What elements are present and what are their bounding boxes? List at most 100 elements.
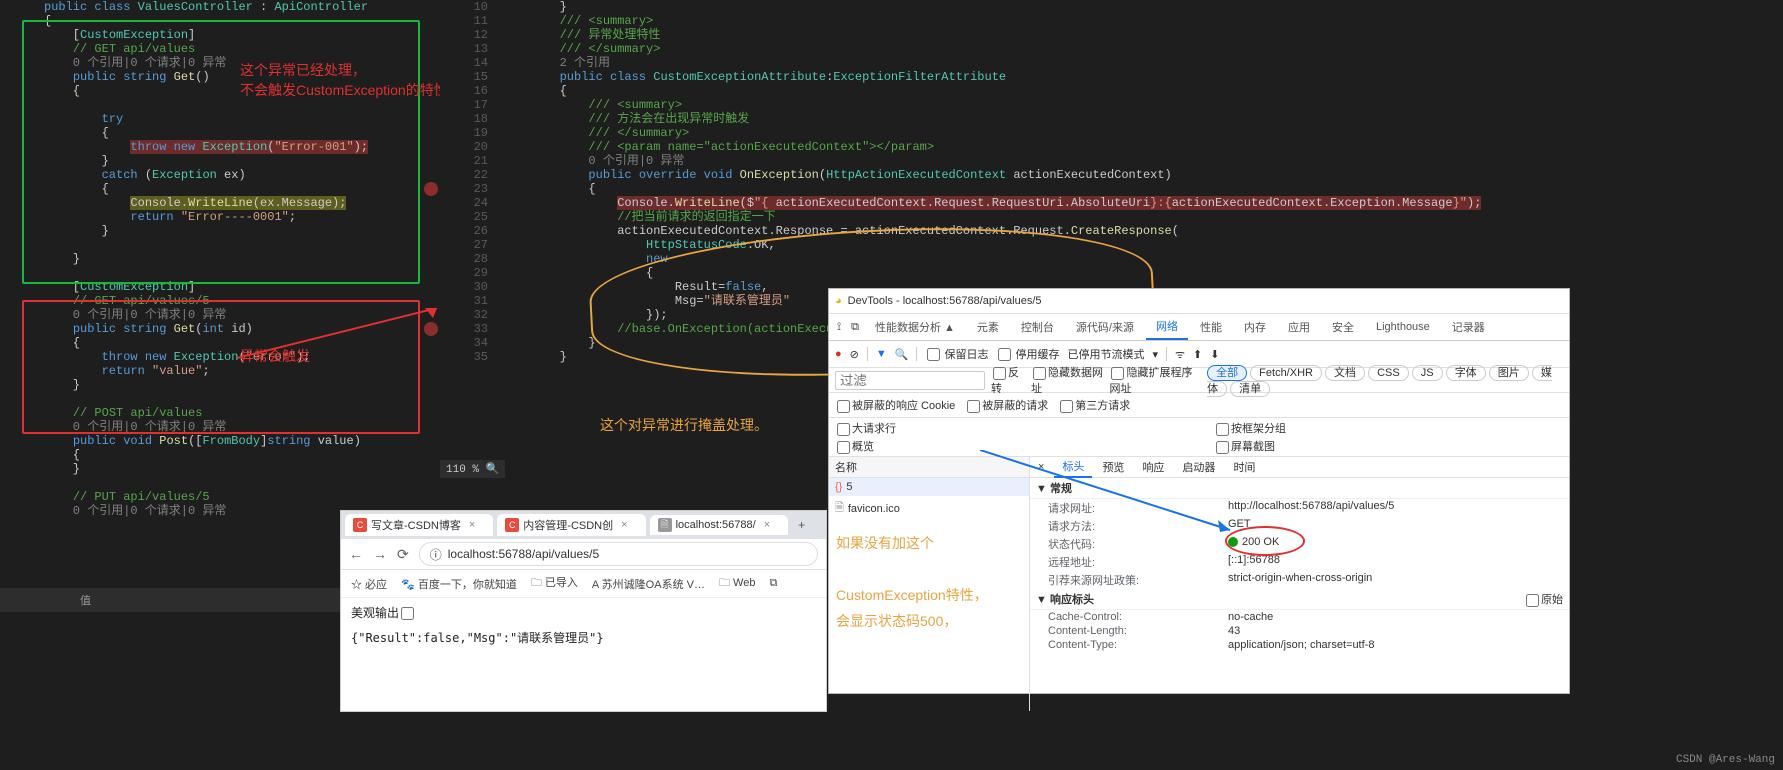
reload-button[interactable]: ⟳ <box>397 546 409 563</box>
status-dot <box>1228 537 1238 547</box>
site-info-icon[interactable]: ⓘ <box>430 546 442 563</box>
record-icon[interactable]: ● <box>835 348 842 360</box>
bookmark-item[interactable]: 🗀 Web <box>719 574 755 593</box>
detail-tab[interactable]: 预览 <box>1094 457 1132 477</box>
devtools-tab[interactable]: 应用 <box>1278 315 1320 339</box>
type-pill[interactable]: 全部 <box>1207 365 1247 381</box>
request-detail[interactable]: ×标头预览响应启动器时间 ▼ 常规 请求网址:http://localhost:… <box>1030 457 1569 711</box>
browser-body: 美观输出 {"Result":false,"Msg":"请联系管理员"} <box>341 598 826 652</box>
back-button[interactable]: ← <box>349 546 363 562</box>
filter-row2: 被屏蔽的响应 Cookie 被屏蔽的请求第三方请求 <box>829 393 1569 418</box>
hide-ext-url[interactable]: 隐藏扩展程序网址 <box>1109 364 1201 396</box>
general-section[interactable]: ▼ 常规 <box>1030 478 1569 499</box>
type-pill[interactable]: 清单 <box>1230 381 1270 397</box>
type-pill[interactable]: JS <box>1412 365 1443 381</box>
inspect-icon[interactable]: ⟟ <box>833 321 845 334</box>
request-row[interactable]: {}5 <box>829 478 1029 496</box>
type-pill[interactable]: CSS <box>1368 365 1409 381</box>
detail-tab[interactable]: 启动器 <box>1174 457 1223 477</box>
close-icon[interactable]: × <box>621 519 627 531</box>
overview[interactable]: 概览 <box>835 438 1184 454</box>
browser-tab[interactable]: C写文章-CSDN博客× <box>345 514 493 536</box>
type-pill[interactable]: 图片 <box>1489 365 1529 381</box>
new-tab[interactable]: + <box>792 518 811 532</box>
kv-row: 状态代码:200 OK <box>1030 535 1569 553</box>
detail-tab[interactable]: × <box>1030 459 1052 475</box>
kv-row: 远程地址:[::1]:56788 <box>1030 553 1569 571</box>
file-icon: {} <box>835 481 842 493</box>
annotation-trigger: 异常会触发 <box>240 346 310 366</box>
detail-tabs: ×标头预览响应启动器时间 <box>1030 457 1569 478</box>
throttle-select[interactable]: 已停用节流模式 <box>1067 346 1144 362</box>
kv-row: 请求网址:http://localhost:56788/api/values/5 <box>1030 499 1569 517</box>
type-pill[interactable]: 文档 <box>1325 365 1365 381</box>
address-text: localhost:56788/api/values/5 <box>448 547 599 561</box>
hide-data-url[interactable]: 隐藏数据网址 <box>1031 364 1103 396</box>
devtools-tab[interactable]: 内存 <box>1234 315 1276 339</box>
bookmark-item[interactable]: 🐾 百度一下，你就知道 <box>401 576 517 592</box>
annotation-mask: 这个对异常进行掩盖处理。 <box>600 415 768 435</box>
response-json: {"Result":false,"Msg":"请联系管理员"} <box>351 629 816 646</box>
disable-cache[interactable]: 停用缓存 <box>996 346 1059 362</box>
annotation-no-attr: 如果没有加这个 CustomException特性， 会显示状态码500， <box>836 530 988 634</box>
keep-log[interactable]: 保留日志 <box>925 346 988 362</box>
filter-icon[interactable]: ▼ <box>876 348 887 360</box>
browser-tab[interactable]: C内容管理-CSDN创× <box>497 514 645 536</box>
raw-toggle[interactable]: 原始 <box>1524 591 1563 607</box>
kv-row: Cache-Control:no-cache <box>1030 610 1569 624</box>
type-pill[interactable]: Fetch/XHR <box>1250 365 1322 381</box>
devtools-tab[interactable]: 控制台 <box>1011 315 1064 339</box>
filter-check[interactable]: 被屏蔽的请求 <box>965 397 1048 413</box>
bookmark-item[interactable]: ⧉ <box>769 577 777 590</box>
group-by-frame[interactable]: 按框架分组 <box>1214 420 1563 436</box>
big-req-row[interactable]: 大请求行 <box>835 420 1184 436</box>
screenshots[interactable]: 屏幕截图 <box>1214 438 1563 454</box>
download-icon[interactable]: ⬇ <box>1210 348 1219 361</box>
devtools-tabs: ⟟ ⧉ 性能数据分析 ▲元素控制台源代码/来源网络性能内存应用安全Lightho… <box>829 314 1569 341</box>
close-icon[interactable]: × <box>469 519 475 531</box>
filter-check[interactable]: 被屏蔽的响应 Cookie <box>835 397 955 413</box>
bookmark-item[interactable]: A 苏州诚隆OA系统 V… <box>592 576 705 592</box>
chrome-icon: ◕ <box>835 295 842 307</box>
file-icon: 🗎 <box>835 499 844 518</box>
detail-tab[interactable]: 标头 <box>1054 457 1092 478</box>
devtools-tab[interactable]: 安全 <box>1322 315 1364 339</box>
invert[interactable]: 反转 <box>991 364 1025 396</box>
browser-tabs: C写文章-CSDN博客×C内容管理-CSDN创×🗎localhost:56788… <box>341 511 826 539</box>
kv-row: 请求方法:GET <box>1030 517 1569 535</box>
search-icon[interactable]: 🔍 <box>895 348 909 361</box>
detail-tab[interactable]: 响应 <box>1134 457 1172 477</box>
devtools-tab[interactable]: 元素 <box>967 315 1009 339</box>
forward-button[interactable]: → <box>373 546 387 562</box>
response-head-section[interactable]: ▼ 响应标头原始 <box>1030 589 1569 610</box>
address-bar[interactable]: ⓘ localhost:56788/api/values/5 <box>419 542 818 566</box>
filter-input[interactable] <box>835 371 985 390</box>
annotation-handled: 这个异常已经处理， 不会触发CustomException的特性了 <box>240 60 462 100</box>
devtools-tab[interactable]: 性能数据分析 ▲ <box>865 315 965 339</box>
devtools-tab[interactable]: 性能 <box>1190 315 1232 339</box>
close-icon[interactable]: × <box>764 519 770 531</box>
pretty-print[interactable]: 美观输出 <box>351 606 416 620</box>
type-pill[interactable]: 字体 <box>1446 365 1486 381</box>
devtools-tab[interactable]: 记录器 <box>1442 315 1495 339</box>
zoom-indicator[interactable]: 110 % 🔍 <box>440 460 505 478</box>
devtools-tab[interactable]: 网络 <box>1146 314 1188 340</box>
browser-window: C写文章-CSDN博客×C内容管理-CSDN创×🗎localhost:56788… <box>340 510 827 712</box>
filter-check[interactable]: 第三方请求 <box>1058 397 1130 413</box>
watermark: CSDN @Ares-Wang <box>1676 754 1775 766</box>
request-row[interactable]: 🗎favicon.ico <box>829 496 1029 521</box>
devtools-titlebar: ◕ DevTools - localhost:56788/api/values/… <box>829 289 1569 314</box>
detail-tab[interactable]: 时间 <box>1225 457 1263 477</box>
device-icon[interactable]: ⧉ <box>847 321 863 334</box>
browser-tab[interactable]: 🗎localhost:56788/× <box>650 515 789 535</box>
favicon: C <box>353 518 367 532</box>
bookmark-item[interactable]: 🗀 已导入 <box>531 574 578 593</box>
kv-row: 引荐来源网址政策:strict-origin-when-cross-origin <box>1030 571 1569 589</box>
kv-row: Content-Type:application/json; charset=u… <box>1030 638 1569 652</box>
clear-icon[interactable]: ⊘ <box>850 348 859 361</box>
devtools-tab[interactable]: 源代码/来源 <box>1066 315 1144 339</box>
upload-icon[interactable]: ⬆ <box>1193 348 1202 361</box>
devtools-tab[interactable]: Lighthouse <box>1366 317 1440 337</box>
wifi-icon[interactable]: ᯤ <box>1175 347 1185 362</box>
bookmark-item[interactable]: ☆ 必应 <box>351 576 387 592</box>
